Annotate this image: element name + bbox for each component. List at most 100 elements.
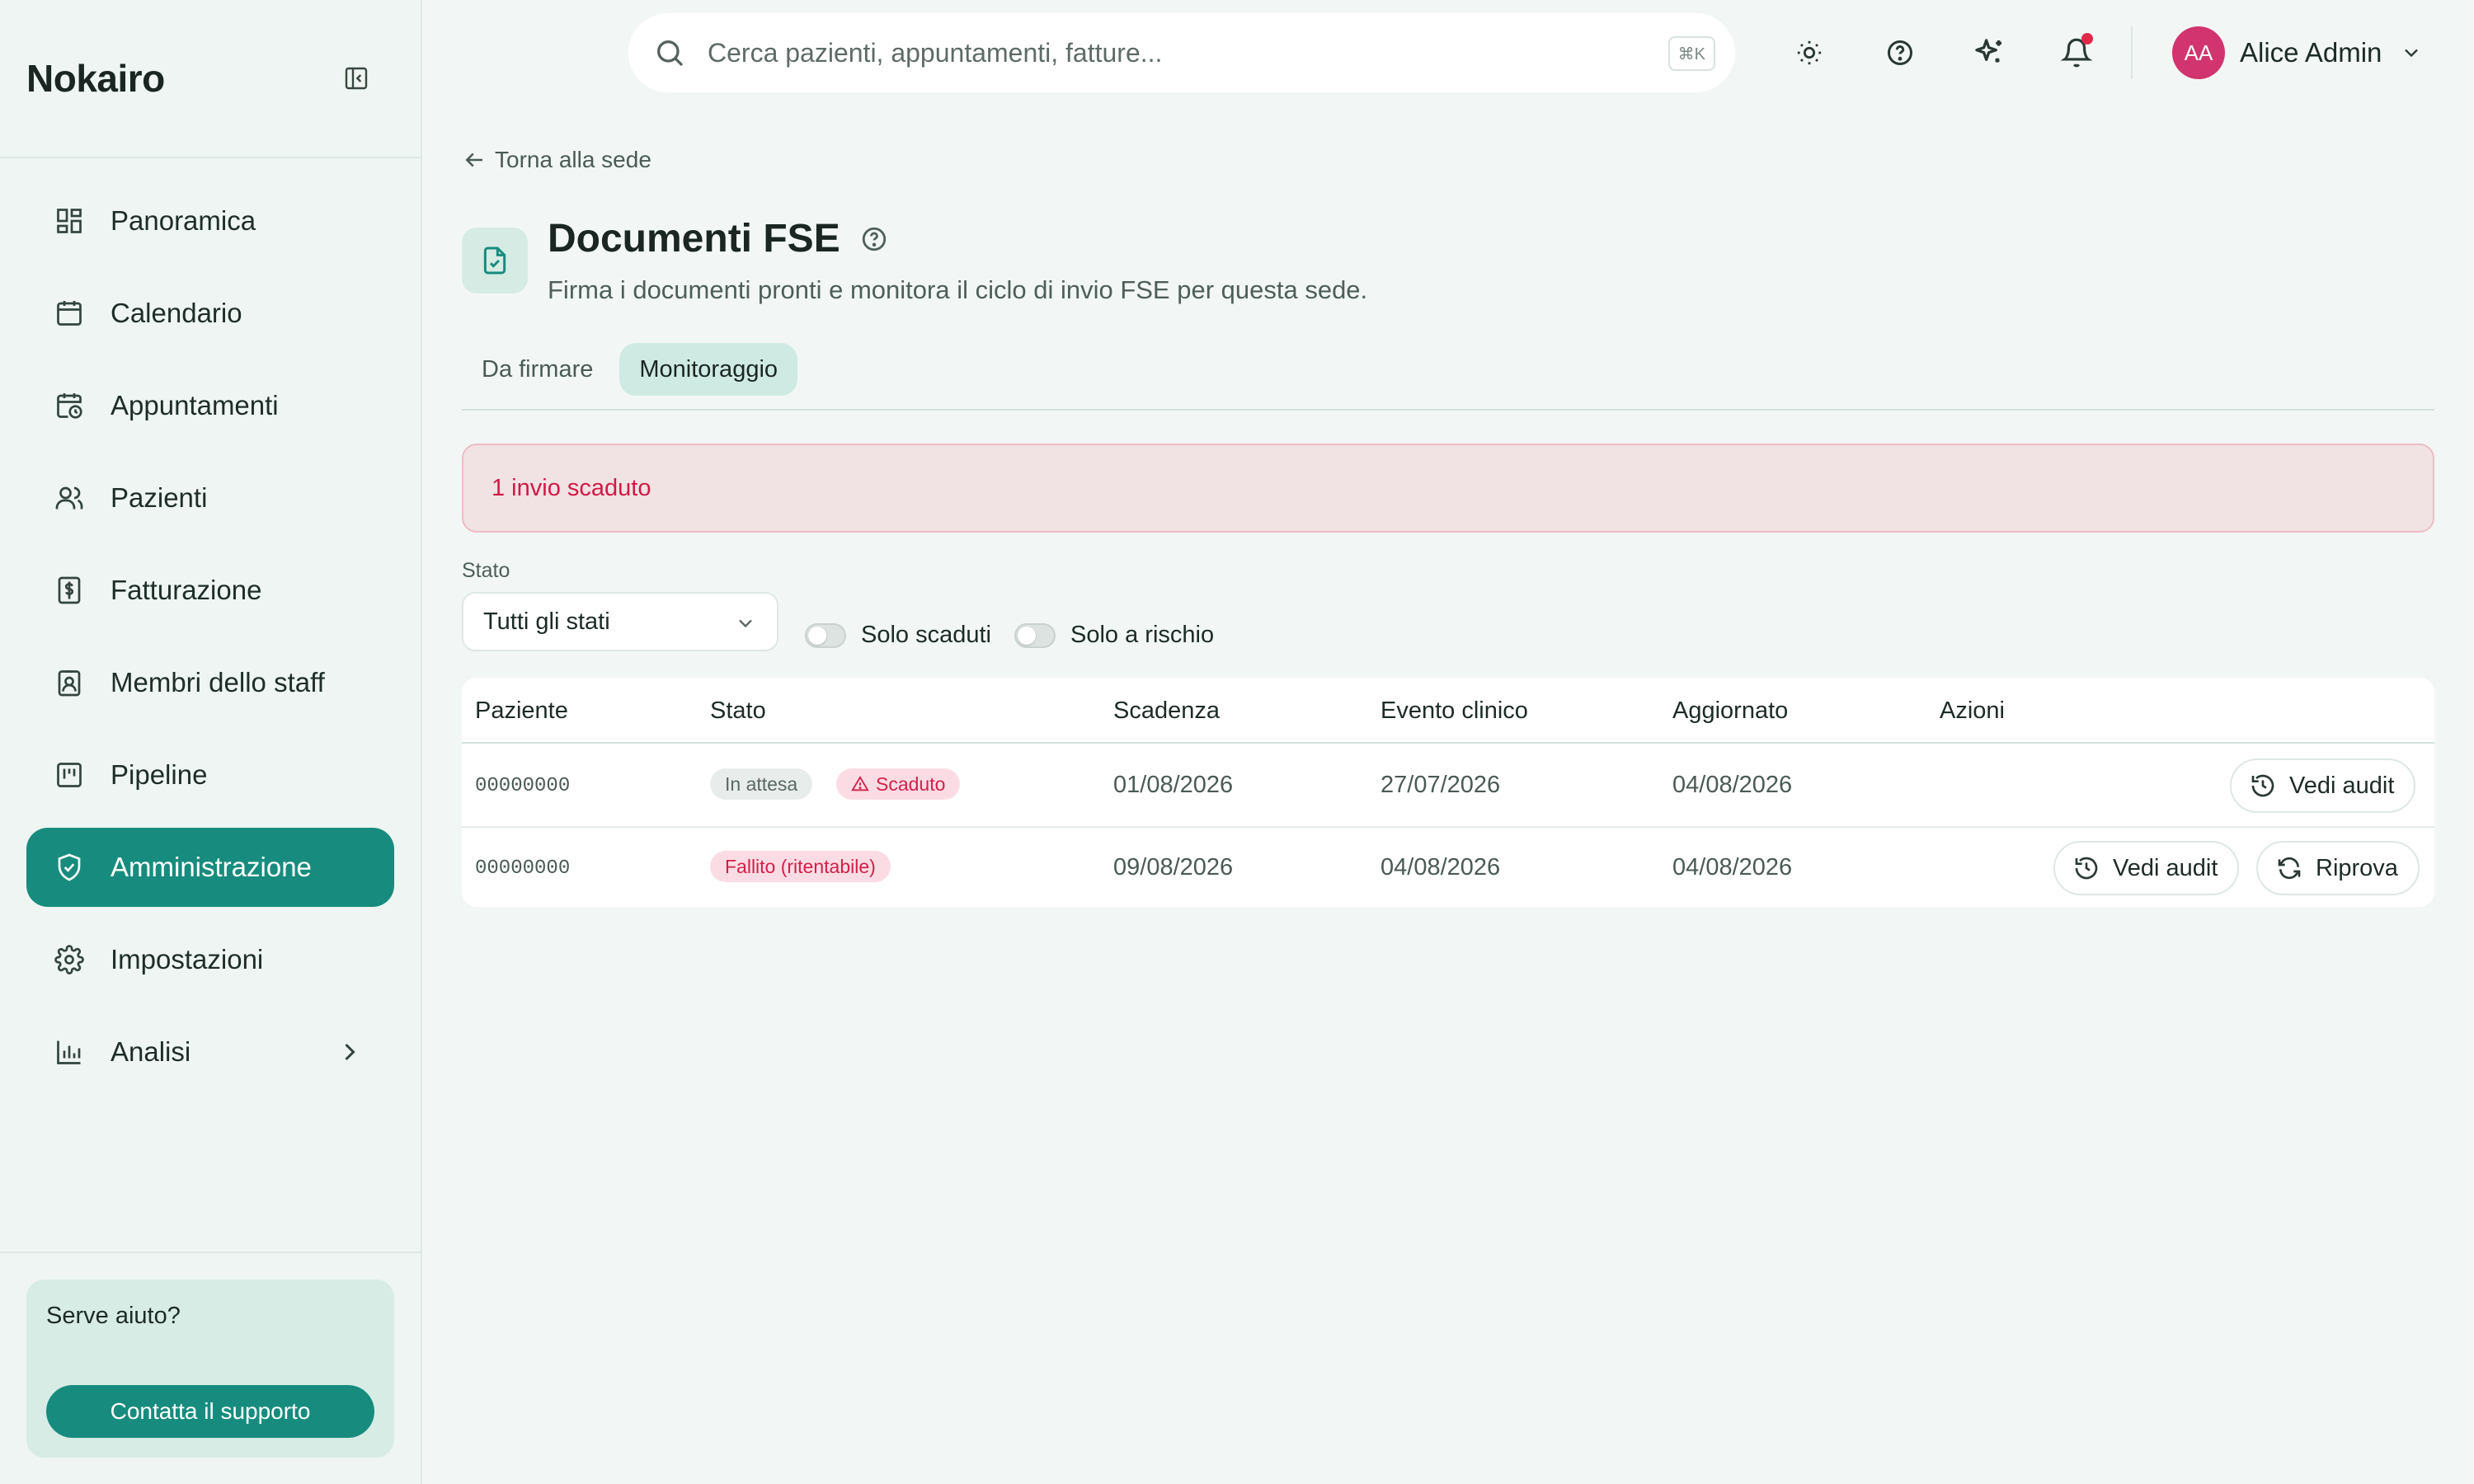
- info-help-icon[interactable]: [860, 225, 888, 253]
- topbar-divider: [2131, 26, 2133, 79]
- sidebar-item-amministrazione[interactable]: Amministrazione: [26, 828, 394, 907]
- warning-triangle-icon: [851, 775, 869, 793]
- sidebar-item-label: Calendario: [111, 298, 242, 328]
- sidebar-item-label: Analisi: [111, 1036, 191, 1067]
- sidebar-item-analisi[interactable]: Analisi: [26, 1012, 394, 1092]
- view-audit-button[interactable]: Vedi audit: [2053, 841, 2240, 895]
- sidebar-item-impostazioni[interactable]: Impostazioni: [26, 920, 394, 999]
- sidebar-item-pazienti[interactable]: Pazienti: [26, 458, 394, 538]
- updated-date: 04/08/2026: [1672, 772, 1793, 798]
- contact-support-button[interactable]: Contatta il supporto: [46, 1385, 374, 1438]
- history-icon: [2073, 855, 2100, 881]
- page-title-text: Documenti FSE: [548, 217, 840, 261]
- help-card: Serve aiuto? Contatta il supporto: [26, 1280, 394, 1458]
- sidebar-header: Nokairo: [0, 0, 421, 158]
- toggle-label: Solo scaduti: [861, 622, 991, 648]
- status-select-value: Tutti gli stati: [483, 608, 610, 635]
- search-input[interactable]: [708, 37, 1615, 68]
- expired-only-toggle[interactable]: Solo scaduti: [805, 622, 991, 649]
- back-link[interactable]: Torna alla sede: [462, 147, 651, 173]
- sidebar-item-fatturazione[interactable]: Fatturazione: [26, 551, 394, 630]
- tab-monitoraggio[interactable]: Monitoraggio: [619, 343, 798, 396]
- notification-bell-icon[interactable]: [2057, 33, 2096, 73]
- arrow-left-icon: [462, 148, 487, 172]
- calendar-icon: [53, 297, 86, 330]
- table-header: Paziente Stato Scadenza Evento clinico A…: [462, 678, 2434, 744]
- toggle-switch[interactable]: [805, 622, 846, 648]
- table-row: 00000000 In attesa Scaduto 01/08/2026 27…: [462, 745, 2434, 826]
- chevron-right-icon: [335, 1037, 365, 1067]
- overdue-alert: 1 invio scaduto: [462, 444, 2434, 533]
- calendar-clock-icon: [53, 389, 86, 422]
- table-row: 00000000 Fallito (ritentabile) 09/08/202…: [462, 826, 2434, 907]
- view-audit-button[interactable]: Vedi audit: [2230, 758, 2416, 813]
- updated-date: 04/08/2026: [1672, 854, 1793, 881]
- column-header: Evento clinico: [1380, 697, 1528, 724]
- sidebar-item-label: Fatturazione: [111, 575, 262, 605]
- collapse-sidebar-icon[interactable]: [340, 62, 373, 95]
- user-menu[interactable]: AA Alice Admin: [2172, 26, 2423, 79]
- sidebar-divider: [0, 1252, 422, 1253]
- sidebar: Nokairo Panoramica Calendario Appuntamen…: [0, 0, 422, 1484]
- id-badge-icon: [53, 666, 86, 699]
- toggle-label: Solo a rischio: [1070, 622, 1215, 648]
- sidebar-item-pipeline[interactable]: Pipeline: [26, 735, 394, 815]
- submissions-table: Paziente Stato Scadenza Evento clinico A…: [462, 678, 2434, 907]
- notification-dot: [2081, 33, 2093, 45]
- chevron-down-icon: [734, 612, 757, 635]
- status-select[interactable]: Tutti gli stati: [462, 592, 778, 651]
- tab-da-firmare[interactable]: Da firmare: [462, 343, 613, 396]
- gear-icon: [53, 943, 86, 976]
- page-subtitle: Firma i documenti pronti e monitora il c…: [548, 275, 1368, 304]
- status-badge-expired: Scaduto: [836, 768, 961, 800]
- sidebar-item-label: Pazienti: [111, 482, 208, 513]
- clinical-event-date: 04/08/2026: [1380, 854, 1501, 881]
- kanban-icon: [53, 758, 86, 791]
- sidebar-item-panoramica[interactable]: Panoramica: [26, 181, 394, 261]
- sidebar-item-label: Pipeline: [111, 759, 208, 790]
- patient-id[interactable]: 00000000: [475, 775, 570, 797]
- file-check-icon: [462, 228, 528, 294]
- retry-button[interactable]: Riprova: [2256, 841, 2420, 895]
- global-search[interactable]: ⌘K: [628, 13, 1735, 92]
- column-header: Paziente: [475, 697, 568, 724]
- page-tabs: Da firmare Monitoraggio: [462, 343, 804, 396]
- column-header: Scadenza: [1113, 697, 1220, 724]
- sidebar-item-label: Amministrazione: [111, 852, 312, 882]
- tabs-divider: [462, 409, 2434, 411]
- sidebar-item-label: Membri dello staff: [111, 667, 325, 697]
- sidebar-item-membri-dello-staff[interactable]: Membri dello staff: [26, 643, 394, 722]
- help-circle-icon[interactable]: [1880, 33, 1920, 73]
- bar-chart-icon: [53, 1036, 86, 1068]
- deadline-date: 01/08/2026: [1113, 772, 1234, 798]
- search-icon: [653, 36, 686, 69]
- back-link-label: Torna alla sede: [495, 147, 651, 172]
- toggle-switch[interactable]: [1014, 622, 1056, 648]
- patient-id[interactable]: 00000000: [475, 857, 570, 880]
- button-label: Riprova: [2316, 854, 2398, 881]
- users-icon: [53, 481, 86, 514]
- ai-sparkles-icon[interactable]: [1969, 33, 2009, 73]
- status-filter-label: Stato: [462, 559, 510, 582]
- theme-toggle-sun-icon[interactable]: [1790, 33, 1829, 73]
- status-badge-pending: In attesa: [710, 768, 813, 800]
- button-label: Vedi audit: [2289, 772, 2395, 799]
- column-header: Aggiornato: [1672, 697, 1789, 724]
- chevron-down-icon: [2400, 41, 2423, 64]
- clinical-event-date: 27/07/2026: [1380, 772, 1501, 798]
- refresh-icon: [2276, 855, 2302, 881]
- help-title: Serve aiuto?: [46, 1303, 181, 1329]
- brand-logo[interactable]: Nokairo: [26, 56, 165, 101]
- at-risk-only-toggle[interactable]: Solo a rischio: [1014, 622, 1214, 649]
- button-label: Vedi audit: [2113, 854, 2218, 881]
- sidebar-item-calendario[interactable]: Calendario: [26, 274, 394, 353]
- user-name: Alice Admin: [2240, 37, 2382, 68]
- deadline-date: 09/08/2026: [1113, 854, 1234, 881]
- sidebar-item-label: Panoramica: [111, 205, 256, 236]
- sidebar-item-appuntamenti[interactable]: Appuntamenti: [26, 366, 394, 445]
- status-badge-failed: Fallito (ritentabile): [710, 851, 891, 882]
- status-badge-label: Scaduto: [876, 773, 946, 795]
- receipt-dollar-icon: [53, 574, 86, 607]
- sidebar-nav: Panoramica Calendario Appuntamenti Pazie…: [0, 158, 421, 1092]
- avatar: AA: [2172, 26, 2225, 79]
